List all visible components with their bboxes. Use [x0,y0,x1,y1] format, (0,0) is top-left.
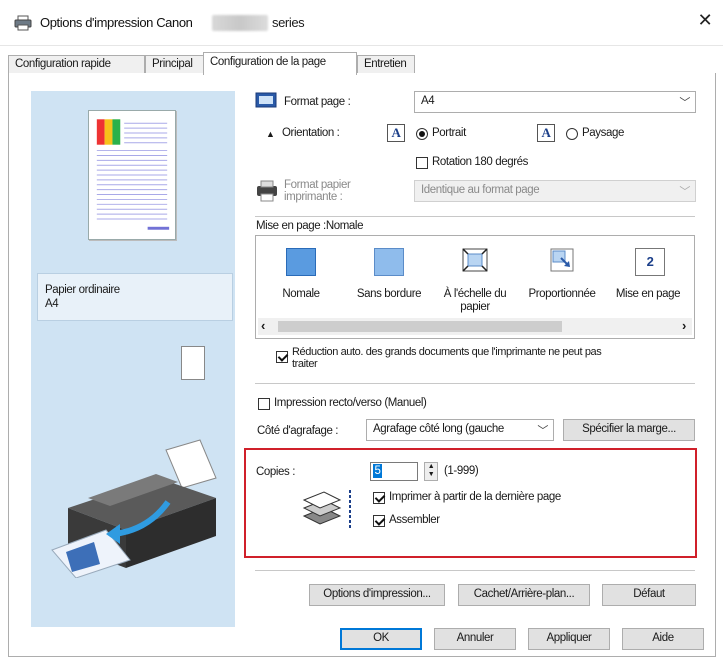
divider [255,216,695,217]
printer-icon [14,15,32,31]
layout-option-borderless[interactable]: Sans bordure [347,288,431,301]
chevron-down-icon: ﹀ [679,97,690,109]
staple-side-value: Agrafage côté long (gauche [373,423,504,435]
close-icon[interactable]: ✕ [695,10,715,32]
portrait-label: Portrait [432,127,466,139]
fit-to-paper-icon[interactable] [460,246,490,274]
scroll-left-icon[interactable]: ‹ [261,318,265,333]
collate-checkbox[interactable] [373,515,385,527]
duplex-checkbox[interactable] [258,398,270,410]
borderless-layout-icon[interactable] [374,248,404,276]
layout-scrollbar-thumb[interactable] [278,321,562,332]
auto-reduce-checkbox[interactable] [276,351,288,363]
orientation-label: Orientation : [282,127,340,139]
page-size-label: Format page : [284,96,351,108]
layout-option-fit-to-paper[interactable]: À l'échelle du papier [432,288,518,314]
divider [255,570,695,571]
normal-layout-icon[interactable] [286,248,316,276]
divider [255,383,695,384]
landscape-label: Paysage [582,127,624,139]
window-title: Options d'impression Canon [40,15,193,30]
layout-option-normal[interactable]: Nomale [262,288,340,301]
printer-paper-select[interactable]: Identique au format page ﹀ [414,180,696,202]
landscape-radio[interactable] [566,128,578,140]
page-preview-thumbnail [88,110,176,240]
collate-label: Assembler [389,514,440,526]
scroll-right-icon[interactable]: › [682,318,686,333]
copies-label: Copies : [256,466,295,478]
orientation-preview-icon [181,346,205,380]
duplex-label: Impression recto/verso (Manuel) [274,397,427,409]
help-button[interactable]: Aide [622,628,704,650]
staple-side-select[interactable]: Agrafage côté long (gauche ﹀ [366,419,554,441]
page-size-value: A4 [421,95,435,107]
ok-button[interactable]: OK [340,628,422,650]
tab-main[interactable]: Principal [145,55,205,74]
tab-bar: Configuration rapide Principal Configura… [8,52,716,75]
print-options-button[interactable]: Options d'impression... [309,584,445,606]
landscape-icon: A [537,124,555,142]
scaled-layout-icon[interactable] [547,246,577,274]
reverse-order-checkbox[interactable] [373,492,385,504]
chevron-down-icon: ﹀ [679,186,690,198]
paper-info-box: Papier ordinaire A4 [37,273,233,321]
page-size-icon [255,92,277,108]
rotate-180-label: Rotation 180 degrés [432,156,528,168]
tab-maintenance[interactable]: Entretien [357,55,415,74]
cancel-button[interactable]: Annuler [434,628,516,650]
stacked-pages-icon [302,490,351,530]
copies-value: 5 [373,464,382,478]
copies-range: (1-999) [444,465,479,477]
redacted-model-name [212,15,268,31]
portrait-radio[interactable] [416,128,428,140]
orientation-bullet-icon: ▲ [266,129,275,139]
layout-option-scaled[interactable]: Proportionnée [520,288,604,301]
page-size-select[interactable]: A4 ﹀ [414,91,696,113]
reverse-order-label: Imprimer à partir de la dernière page [389,491,561,503]
staple-side-label: Côté d'agrafage : [257,425,339,437]
stamp-background-button[interactable]: Cachet/Arrière-plan... [458,584,590,606]
printer-paper-label: Format papier imprimante : [284,179,351,203]
apply-button[interactable]: Appliquer [528,628,610,650]
rotate-180-checkbox[interactable] [416,157,428,169]
page-layout-heading: Mise en page :Nomale [256,220,364,232]
specify-margin-button[interactable]: Spécifier la marge... [563,419,695,441]
portrait-icon: A [387,124,405,142]
tab-page-setup[interactable]: Configuration de la page [203,52,357,75]
auto-reduce-label: Réduction auto. des grands documents que… [292,346,602,370]
defaults-button[interactable]: Défaut [602,584,696,606]
tab-quick-setup[interactable]: Configuration rapide [8,55,145,74]
page-layout-icon[interactable]: 2 [635,248,665,276]
layout-option-page-layout[interactable]: Mise en page [604,288,692,301]
paper-size: A4 [45,298,59,310]
window-title-suffix: series [272,15,305,30]
copies-stepper[interactable]: ▲ ▼ [424,462,438,481]
chevron-down-icon: ﹀ [537,425,548,437]
paper-type: Papier ordinaire [45,284,120,296]
printer-paper-value: Identique au format page [421,184,540,196]
printer-paper-icon [257,180,277,202]
printer-illustration-icon [51,439,217,578]
